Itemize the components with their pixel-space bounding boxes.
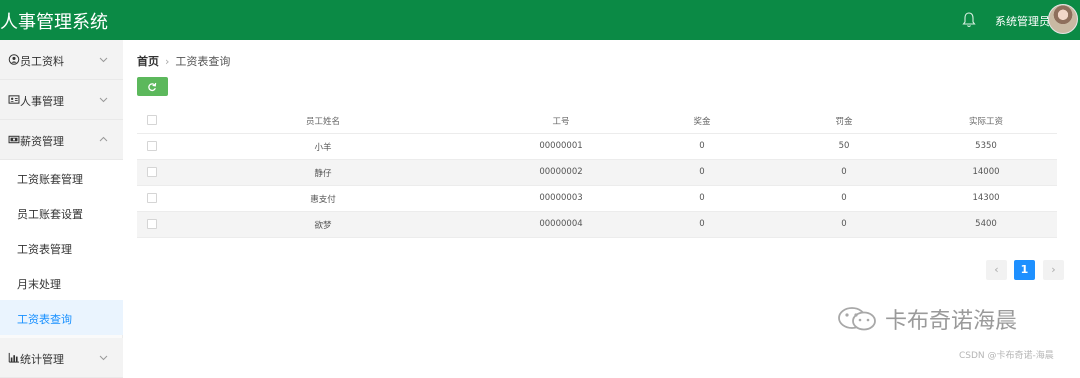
cell-fine: 50 [838, 141, 850, 151]
chevron-down-icon [99, 57, 108, 63]
sidebar-item-label: 员工账套设置 [17, 208, 83, 221]
cell-salary: 5400 [975, 219, 997, 229]
table-row[interactable]: 欲梦 00000004 0 0 5400 [137, 212, 1057, 238]
watermark-text: 卡布奇诺海晨 [885, 309, 1018, 334]
sidebar-item-salary-account[interactable]: 工资账套管理 [0, 160, 123, 195]
cell-bonus: 0 [699, 167, 705, 177]
bell-icon[interactable] [962, 12, 976, 28]
row-checkbox[interactable] [147, 141, 157, 151]
pagination-next-button[interactable]: › [1043, 260, 1064, 280]
cell-name: 惠支付 [310, 195, 336, 205]
chevron-up-icon [99, 136, 108, 142]
refresh-icon [148, 82, 157, 92]
avatar[interactable] [1048, 4, 1078, 34]
menu-group-hr[interactable]: 人事管理 [0, 80, 123, 120]
column-header-salary: 实际工资 [968, 117, 1004, 127]
chevron-down-icon [99, 97, 108, 103]
sidebar-item-salary-table-mgmt[interactable]: 工资表管理 [0, 230, 123, 265]
table-row[interactable]: 小羊 00000001 0 50 5350 [137, 134, 1057, 160]
chevron-down-icon [99, 355, 108, 361]
menu-group-salary[interactable]: 薪资管理 [0, 120, 123, 160]
user-name[interactable]: 系统管理员 [995, 13, 1050, 29]
breadcrumb-separator: › [165, 55, 170, 68]
sidebar-item-employee-account[interactable]: 员工账套设置 [0, 195, 123, 230]
menu-group-label: 人事管理 [20, 95, 64, 108]
row-checkbox[interactable] [147, 193, 157, 203]
cell-id: 00000001 [539, 141, 583, 151]
column-header-fine: 罚金 [835, 117, 853, 127]
id-card-icon [8, 95, 20, 104]
cell-bonus: 0 [699, 193, 705, 203]
sidebar-item-label: 工资账套管理 [17, 173, 83, 186]
salary-table: 员工姓名 工号 奖金 罚金 实际工资 小羊 00000001 0 50 5350… [137, 108, 1057, 238]
sidebar-item-month-end[interactable]: 月末处理 [0, 265, 123, 300]
sidebar-item-label: 月末处理 [17, 278, 61, 291]
menu-group-label: 薪资管理 [20, 135, 64, 148]
sidebar-item-salary-query[interactable]: 工资表查询 [0, 300, 123, 335]
breadcrumb-current: 工资表查询 [175, 55, 231, 68]
app-title: 人事管理系统 [0, 12, 108, 33]
cell-salary: 14300 [972, 193, 1000, 203]
pagination-page-button[interactable]: 1 [1014, 260, 1035, 280]
user-circle-icon [8, 54, 20, 65]
cell-name: 小羊 [314, 143, 332, 153]
cell-salary: 5350 [975, 141, 997, 151]
menu-group-label: 统计管理 [20, 353, 64, 366]
cell-name: 静仔 [314, 169, 332, 179]
refresh-button[interactable] [137, 77, 168, 96]
cell-id: 00000003 [539, 193, 583, 203]
cell-fine: 0 [841, 167, 847, 177]
table-row[interactable]: 惠支付 00000003 0 0 14300 [137, 186, 1057, 212]
cell-id: 00000002 [539, 167, 583, 177]
row-checkbox[interactable] [147, 167, 157, 177]
column-header-bonus: 奖金 [693, 117, 711, 127]
csdn-watermark: CSDN @卡布奇诺-海晨 [959, 351, 1054, 361]
cell-salary: 14000 [972, 167, 1000, 177]
cell-bonus: 0 [699, 219, 705, 229]
row-checkbox[interactable] [147, 219, 157, 229]
table-header-row: 员工姓名 工号 奖金 罚金 实际工资 [137, 108, 1057, 134]
column-header-name: 员工姓名 [305, 117, 341, 127]
cell-id: 00000004 [539, 219, 583, 229]
menu-group-label: 员工资料 [20, 55, 64, 68]
money-icon [8, 135, 20, 144]
menu-group-statistics[interactable]: 统计管理 [0, 338, 123, 378]
menu-group-employee-info[interactable]: 员工资料 [0, 40, 123, 80]
wechat-icon [838, 307, 876, 331]
top-header: 人事管理系统 系统管理员 [0, 0, 1080, 40]
sidebar: 员工资料 人事管理 薪资管理 工资账套管理 员工账套设置 工资表管理 月末处理 … [0, 40, 123, 378]
pagination-prev-button[interactable]: ‹ [986, 260, 1007, 280]
cell-name: 欲梦 [314, 221, 332, 231]
column-header-id: 工号 [552, 117, 570, 127]
table-row[interactable]: 静仔 00000002 0 0 14000 [137, 160, 1057, 186]
cell-bonus: 0 [699, 141, 705, 151]
sidebar-item-label: 工资表管理 [17, 243, 72, 256]
breadcrumb-home[interactable]: 首页 [137, 55, 159, 68]
sidebar-item-label: 工资表查询 [17, 313, 72, 326]
bar-chart-icon [8, 352, 20, 363]
cell-fine: 0 [841, 219, 847, 229]
cell-fine: 0 [841, 193, 847, 203]
select-all-checkbox[interactable] [147, 115, 157, 125]
breadcrumb: 首页 › 工资表查询 [137, 53, 230, 69]
